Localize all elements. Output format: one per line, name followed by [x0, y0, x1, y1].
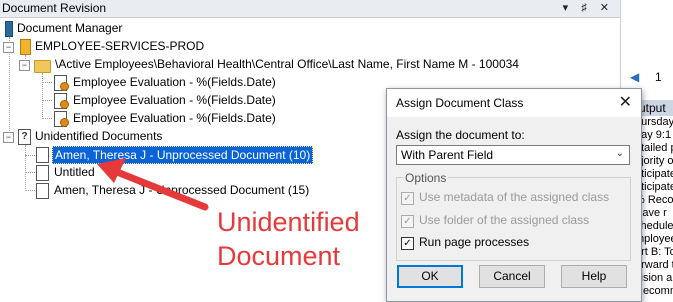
close-icon[interactable]: ✕ [619, 92, 632, 112]
tree-connector [42, 100, 52, 101]
tree-connector [25, 172, 35, 173]
run-page-processes-label: Run page processes [419, 235, 530, 249]
document-flag-icon [54, 75, 69, 91]
annotation-line-1: Unidentified [217, 207, 360, 237]
tree-node-label: Employee Evaluation - %(Fields.Date) [73, 75, 276, 89]
back-arrow-icon[interactable]: ◀ [630, 70, 639, 84]
collapse-icon[interactable]: − [3, 42, 14, 53]
run-page-processes-checkbox[interactable]: ✓ [401, 237, 414, 250]
tree-node-label: Document Manager [17, 21, 123, 35]
document-flag-icon [54, 93, 69, 109]
chevron-down-icon: ⌄ [615, 148, 624, 159]
assign-document-class-dialog: Assign Document Class ✕ Assign the docum… [386, 88, 642, 302]
database-icon [20, 39, 31, 55]
tree-connector [25, 155, 35, 156]
annotation-line-2: Document [217, 241, 341, 271]
tree-connector [25, 190, 35, 191]
folder-option-label: Use folder of the assigned class [419, 213, 590, 227]
panel-title-buttons[interactable]: ▾ ♯ ✕ [563, 1, 614, 14]
folder-checkbox: ✓ [401, 215, 414, 228]
tree-connector [25, 145, 26, 191]
dialog-title-bar: Assign Document Class ✕ [387, 89, 641, 117]
panel-title: Document Revision [2, 1, 107, 15]
tree-node-label: Amen, Theresa J - Unprocessed Document (… [52, 146, 314, 164]
tree-connector [42, 73, 43, 119]
cancel-button[interactable]: Cancel [479, 265, 545, 288]
ok-button[interactable]: OK [397, 265, 463, 288]
tree-node-label: EMPLOYEE-SERVICES-PROD [35, 39, 205, 53]
tree-node-label: Employee Evaluation - %(Fields.Date) [73, 111, 276, 125]
panel-title-bar: Document Revision ▾ ♯ ✕ [0, 0, 620, 18]
metadata-checkbox: ✓ [401, 192, 414, 205]
help-button[interactable]: Help [561, 265, 627, 288]
document-icon [36, 147, 49, 163]
dialog-title: Assign Document Class [396, 96, 524, 110]
annotation-text: Unidentified Document [217, 205, 360, 273]
document-flag-icon [54, 111, 69, 127]
document-icon [36, 183, 49, 199]
select-value: With Parent Field [401, 148, 494, 162]
page-number: 1 [655, 70, 662, 84]
folder-icon [34, 60, 51, 73]
tree-connector [42, 118, 52, 119]
options-label: Options [403, 171, 449, 185]
tree-node-label: Employee Evaluation - %(Fields.Date) [73, 93, 276, 107]
document-icon [36, 165, 49, 181]
metadata-option-label: Use metadata of the assigned class [419, 190, 610, 204]
tree-node-label: Amen, Theresa J - Unprocessed Document (… [54, 183, 310, 197]
document-manager-icon [5, 21, 13, 37]
tree-node-label: Unidentified Documents [35, 129, 163, 143]
collapse-icon[interactable]: − [3, 132, 14, 143]
assign-target-select[interactable]: With Parent Field ⌄ [396, 145, 630, 165]
tree-node-label: Untitled [54, 165, 95, 179]
question-document-icon: ? [18, 129, 31, 145]
collapse-icon[interactable]: − [19, 60, 30, 71]
tree-node-label: \Active Employees\Behavioral Health\Cent… [55, 57, 519, 71]
assign-label: Assign the document to: [396, 128, 525, 142]
tree-connector [42, 82, 52, 83]
